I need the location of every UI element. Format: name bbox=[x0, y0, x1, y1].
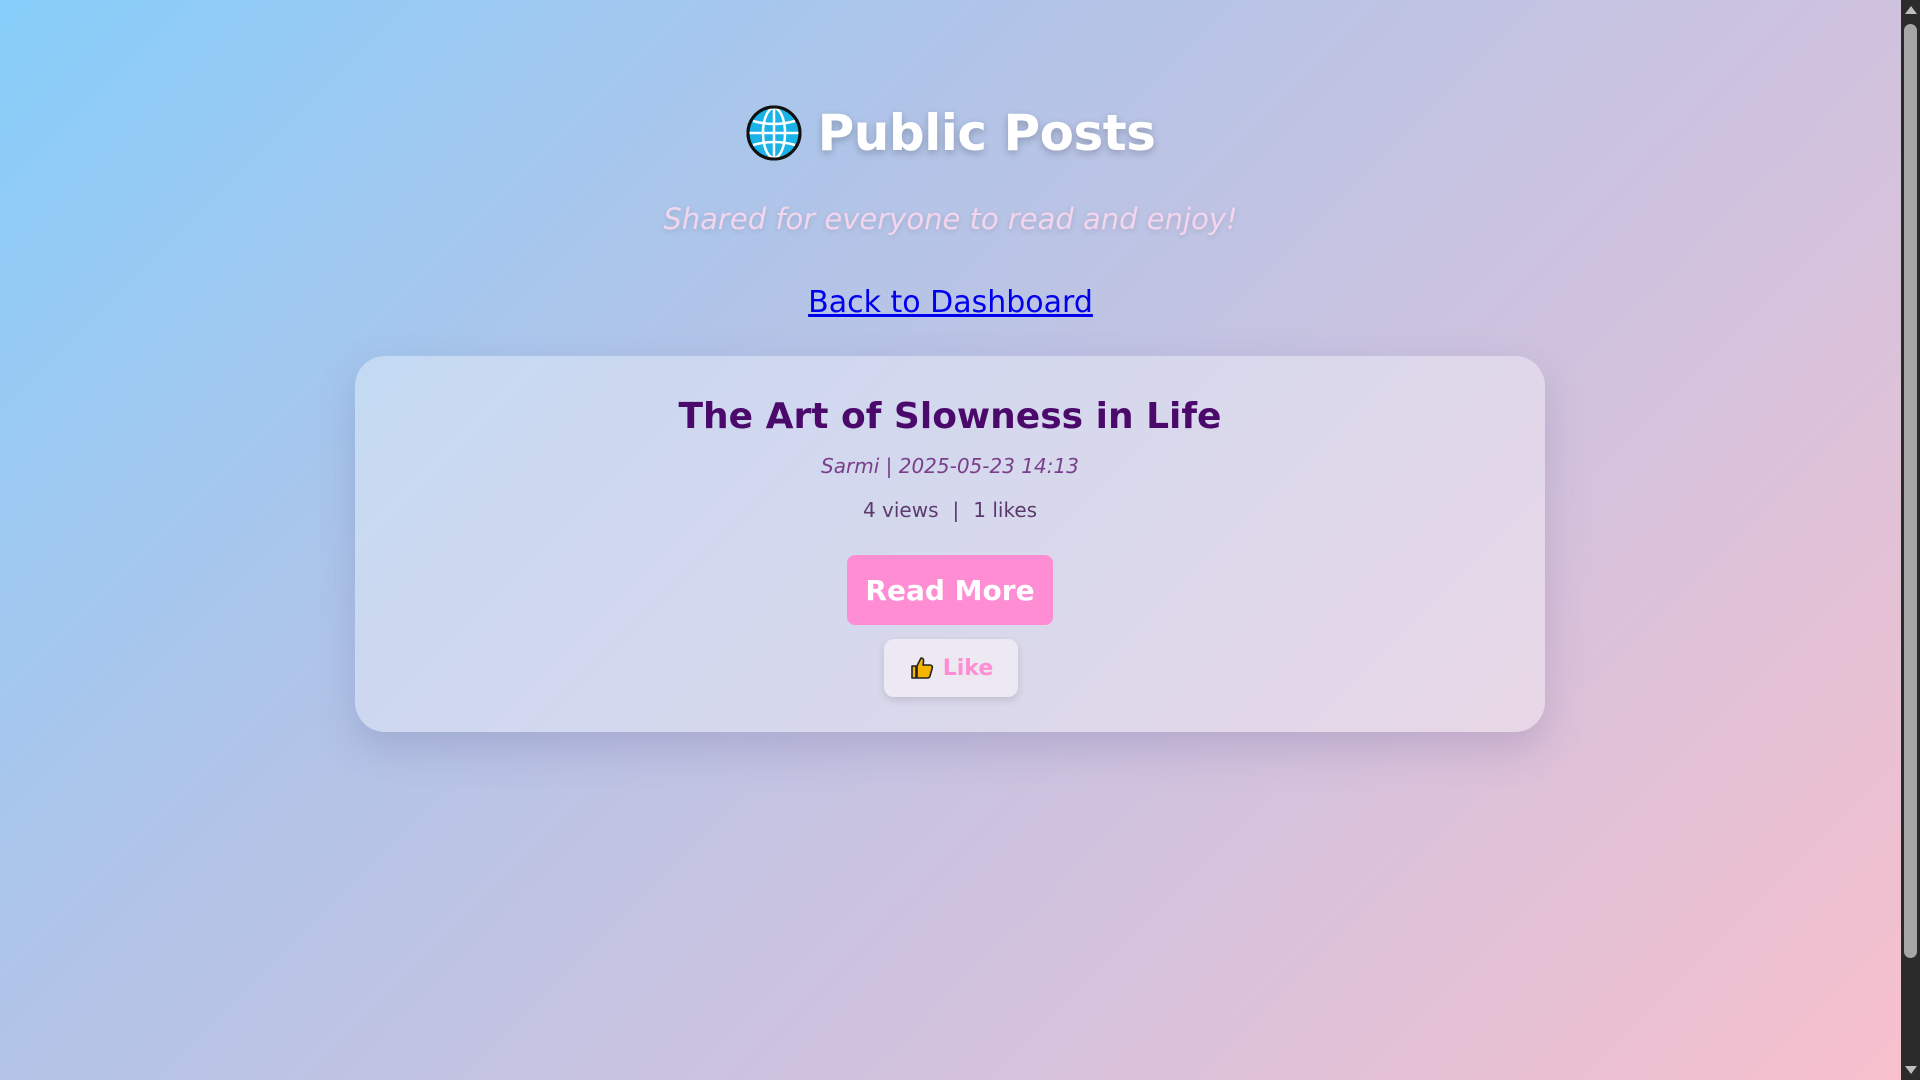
post-card: The Art of Slowness in Life Sarmi | 2025… bbox=[355, 356, 1545, 732]
views-count: 4 views bbox=[862, 498, 939, 522]
scroll-down-arrow-icon[interactable] bbox=[1905, 1066, 1917, 1074]
globe-icon bbox=[746, 105, 802, 161]
scroll-up-arrow-icon[interactable] bbox=[1905, 6, 1917, 14]
scrollbar-thumb[interactable] bbox=[1904, 24, 1917, 958]
like-button[interactable]: Like bbox=[884, 639, 1018, 697]
post-meta: Sarmi | 2025-05-23 14:13 bbox=[821, 454, 1079, 478]
page-subtitle: Shared for everyone to read and enjoy! bbox=[663, 202, 1238, 236]
vertical-scrollbar[interactable] bbox=[1901, 0, 1920, 1080]
page: Public Posts Shared for everyone to read… bbox=[0, 0, 1901, 1080]
back-to-dashboard-link[interactable]: Back to Dashboard bbox=[808, 285, 1093, 320]
title-wrap: Public Posts bbox=[746, 104, 1156, 162]
post-title: The Art of Slowness in Life bbox=[678, 396, 1222, 437]
likes-count: 1 likes bbox=[973, 498, 1038, 522]
back-link-wrap: Back to Dashboard bbox=[0, 285, 1901, 320]
read-more-button[interactable]: Read More bbox=[847, 555, 1053, 625]
thumbs-up-icon bbox=[909, 655, 935, 681]
page-title: Public Posts bbox=[817, 104, 1156, 162]
like-label: Like bbox=[942, 655, 994, 681]
stats-separator: | bbox=[952, 498, 960, 522]
post-stats: 4 views | 1 likes bbox=[355, 498, 1545, 522]
page-header: Public Posts bbox=[0, 104, 1901, 165]
